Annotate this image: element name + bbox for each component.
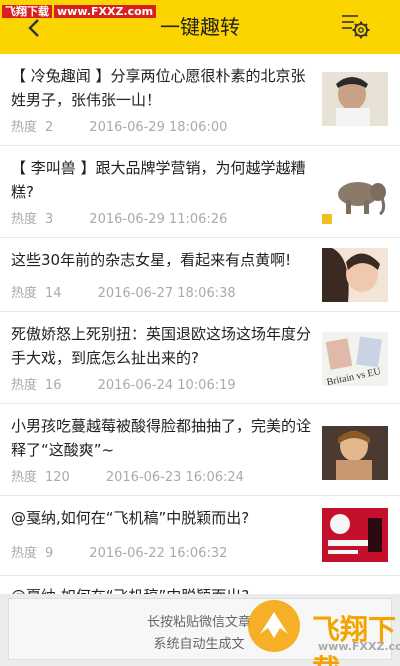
article-date: 2016-06-29 18:06:00 (89, 120, 228, 135)
views-count: 3 (45, 212, 54, 227)
article-meta: 热度 2 2016-06-29 18:06:00 (11, 116, 227, 135)
list-item[interactable]: 死傲娇怒上死别扭：英国退欧这场这场年度分手大戏，到底怎么扯出来的? 热度 16 20… (0, 312, 400, 404)
download-logo: 飞翔下载 www.FXXZ.com (240, 596, 400, 666)
views-label: 热度 (11, 120, 38, 135)
article-feed: 【 冷兔趣闻 】分享两位心愿很朴素的北京张姓男子，张伟张一山！ 热度 2 2016-… (0, 54, 400, 594)
logo-icon (248, 600, 300, 652)
list-item[interactable]: 小男孩吃蔓越莓被酸得脸都抽抽了，完美的诠释了“这酸爽”~ 热度 120 2016-0… (0, 404, 400, 496)
views-count: 14 (45, 286, 62, 301)
list-item[interactable]: @戛纳,如何在“飞机稿”中脱颖而出? (0, 576, 400, 594)
article-title: 小男孩吃蔓越莓被酸得脸都抽抽了，完美的诠释了“这酸爽”~ (11, 417, 312, 459)
article-title: @戛纳,如何在“飞机稿”中脱颖而出? (11, 509, 250, 527)
article-title: 【 李叫兽 】跟大品牌学营销，为何越学越糟糕? (11, 159, 306, 201)
article-meta: 热度 16 2016-06-24 10:06:19 (11, 374, 236, 393)
gear-icon (342, 15, 370, 39)
article-date: 2016-06-24 10:06:19 (97, 378, 236, 393)
article-thumbnail: Britain vs EU (322, 332, 388, 386)
views-count: 2 (45, 120, 54, 135)
list-item[interactable]: @戛纳,如何在“飞机稿”中脱颖而出? 热度 9 2016-06-22 16:06:3… (0, 496, 400, 576)
views-label: 热度 (11, 378, 38, 393)
list-item[interactable]: 【 冷兔趣闻 】分享两位心愿很朴素的北京张姓男子，张伟张一山！ 热度 2 2016-… (0, 54, 400, 146)
article-thumbnail (322, 72, 388, 126)
list-item[interactable]: 【 李叫兽 】跟大品牌学营销，为何越学越糟糕? 热度 3 2016-06-29 11… (0, 146, 400, 238)
views-label: 热度 (11, 212, 38, 227)
logo-text: 飞翔下载 (312, 613, 397, 666)
article-title: @戛纳,如何在“飞机稿”中脱颖而出? (11, 584, 391, 594)
paste-banner[interactable]: 长按粘贴微信文章 系统自动生成文 飞翔下载 www.FXXZ.com (0, 594, 400, 666)
watermark-url: www.FXXZ.com (54, 5, 157, 18)
views-count: 9 (45, 546, 54, 561)
article-meta: 热度 14 2016-06-27 18:06:38 (11, 282, 236, 301)
article-thumbnail (322, 248, 388, 302)
article-date: 2016-06-22 16:06:32 (89, 546, 228, 561)
views-label: 热度 (11, 546, 38, 561)
article-meta: 热度 3 2016-06-29 11:06:26 (11, 208, 227, 227)
views-count: 16 (45, 378, 62, 393)
article-thumbnail (322, 508, 388, 562)
article-title: 这些30年前的杂志女星，看起来有点黄啊! (11, 251, 292, 269)
article-date: 2016-06-27 18:06:38 (97, 286, 236, 301)
views-label: 热度 (11, 286, 38, 301)
article-meta: 热度 9 2016-06-22 16:06:32 (11, 542, 227, 561)
article-thumbnail (322, 426, 388, 480)
views-label: 热度 (11, 470, 38, 485)
article-date: 2016-06-29 11:06:26 (89, 212, 228, 227)
article-date: 2016-06-23 16:06:24 (105, 470, 244, 485)
article-meta: 热度 120 2016-06-23 16:06:24 (11, 466, 244, 485)
article-thumbnail (322, 170, 388, 224)
list-item[interactable]: 这些30年前的杂志女星，看起来有点黄啊! 热度 14 2016-06-27 18:0… (0, 238, 400, 312)
watermark: 飞翔下载 www.FXXZ.com (2, 4, 157, 20)
logo-url: www.FXXZ.com (318, 640, 400, 653)
views-count: 120 (45, 470, 70, 485)
settings-button[interactable] (338, 12, 372, 42)
article-title: 【 冷兔趣闻 】分享两位心愿很朴素的北京张姓男子，张伟张一山！ (11, 67, 306, 109)
article-title: 死傲娇怒上死别扭：英国退欧这场这场年度分手大戏，到底怎么扯出来的? (11, 325, 312, 367)
watermark-label: 飞翔下载 (2, 5, 52, 18)
app-header: 一键趣转 飞翔下载 www.FXXZ.com (0, 0, 400, 54)
